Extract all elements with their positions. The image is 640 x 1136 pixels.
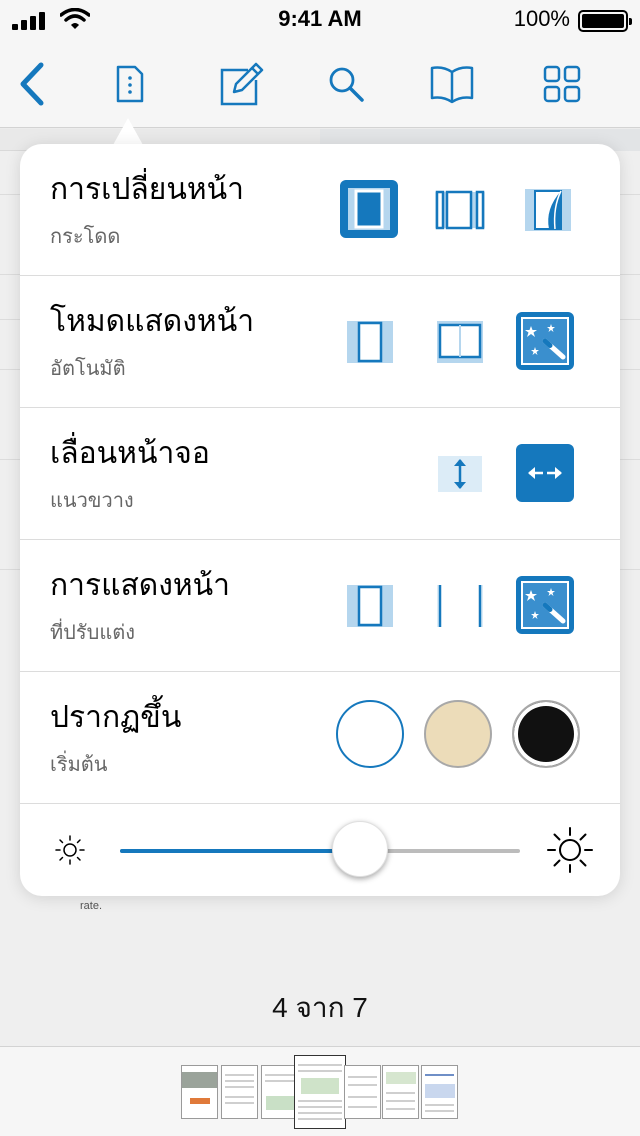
appearance-sepia-option[interactable] xyxy=(424,700,492,768)
page-thumbnail[interactable] xyxy=(181,1065,218,1119)
appearance-white-option[interactable] xyxy=(336,700,404,768)
bookmarks-button[interactable] xyxy=(426,58,478,110)
top-toolbar xyxy=(0,40,640,128)
status-bar: 9:41 AM 100% xyxy=(0,0,640,40)
search-icon xyxy=(329,67,364,102)
fit-page-icon xyxy=(347,585,393,627)
document-settings-button[interactable] xyxy=(104,58,156,110)
row-subtitle: เริ่มต้น xyxy=(50,752,108,776)
annotate-pencil-icon xyxy=(220,62,264,106)
battery-percent: 100% xyxy=(513,6,570,31)
page-counter: 4 จาก 7 xyxy=(272,992,368,1023)
row-subtitle: กระโดด xyxy=(50,224,121,248)
display-fit-page-option[interactable] xyxy=(340,576,400,636)
search-button[interactable] xyxy=(320,58,372,110)
appearance-row: ปรากฏขึ้น เริ่มต้น xyxy=(20,672,620,804)
brightness-low-icon xyxy=(55,835,85,865)
magic-wand-icon xyxy=(521,317,569,365)
row-subtitle: แนวขวาง xyxy=(50,488,134,512)
battery-icon xyxy=(578,10,632,32)
brightness-slider-fill xyxy=(120,849,360,853)
page-thumbnail[interactable] xyxy=(382,1065,419,1119)
page-thumbnail[interactable] xyxy=(344,1065,381,1119)
mode-two-page-option[interactable] xyxy=(430,312,490,372)
view-settings-popover: การเปลี่ยนหน้า กระโดด โหมดแสดงหน้า อัตโน… xyxy=(20,144,620,896)
horizontal-arrows-icon xyxy=(528,467,562,479)
page-transition-row: การเปลี่ยนหน้า กระโดด xyxy=(20,144,620,276)
transition-jump-option[interactable] xyxy=(340,180,398,238)
row-title: การแสดงหน้า xyxy=(50,568,231,603)
transition-scroll-option[interactable] xyxy=(430,180,490,240)
two-page-icon xyxy=(437,321,483,363)
display-fit-width-option[interactable] xyxy=(430,576,490,636)
page-mode-row: โหมดแสดงหน้า อัตโนมัติ xyxy=(20,276,620,408)
row-title: ปรากฏขึ้น xyxy=(50,700,182,735)
mode-single-page-option[interactable] xyxy=(340,312,400,372)
single-page-icon xyxy=(347,321,393,363)
brightness-control xyxy=(20,804,620,896)
brightness-slider-track[interactable] xyxy=(120,849,520,853)
single-page-selected-icon xyxy=(348,188,390,230)
page-thumbnail[interactable] xyxy=(221,1065,258,1119)
popover-arrow xyxy=(113,118,143,145)
scroll-horizontal-option[interactable] xyxy=(516,444,574,502)
page-curl-icon xyxy=(525,189,571,231)
brightness-high-icon xyxy=(547,827,593,873)
scroll-direction-row: เลื่อนหน้าจอ แนวขวาง xyxy=(20,408,620,540)
page-thumbnail[interactable] xyxy=(261,1065,298,1119)
brightness-slider-thumb[interactable] xyxy=(332,821,388,877)
thumbnail-bar xyxy=(0,1046,640,1136)
grid-view-button[interactable] xyxy=(536,58,588,110)
page-strip-icon xyxy=(435,190,485,230)
fit-width-icon xyxy=(437,585,483,627)
row-title: โหมดแสดงหน้า xyxy=(50,304,255,339)
mode-auto-option[interactable] xyxy=(516,312,574,370)
display-custom-option[interactable] xyxy=(516,576,574,634)
row-subtitle: ที่ปรับแต่ง xyxy=(50,620,135,644)
document-settings-icon xyxy=(116,65,144,103)
magic-wand-icon xyxy=(521,581,569,629)
back-chevron-icon xyxy=(20,62,44,106)
transition-curl-option[interactable] xyxy=(518,180,578,240)
vertical-arrows-icon xyxy=(438,456,482,492)
appearance-black-option[interactable] xyxy=(512,700,580,768)
page-display-row: การแสดงหน้า ที่ปรับแต่ง xyxy=(20,540,620,672)
grid-view-icon xyxy=(543,65,581,103)
page-thumbnail[interactable] xyxy=(421,1065,458,1119)
page-thumbnail-current[interactable] xyxy=(294,1055,346,1129)
row-title: การเปลี่ยนหน้า xyxy=(50,172,245,207)
scroll-vertical-option[interactable] xyxy=(430,444,490,504)
annotate-button[interactable] xyxy=(215,58,267,110)
row-title: เลื่อนหน้าจอ xyxy=(50,436,210,471)
row-subtitle: อัตโนมัติ xyxy=(50,356,126,380)
document-body-text: rate. xyxy=(80,900,103,912)
back-button[interactable] xyxy=(6,58,58,110)
bookmarks-book-icon xyxy=(430,66,474,104)
